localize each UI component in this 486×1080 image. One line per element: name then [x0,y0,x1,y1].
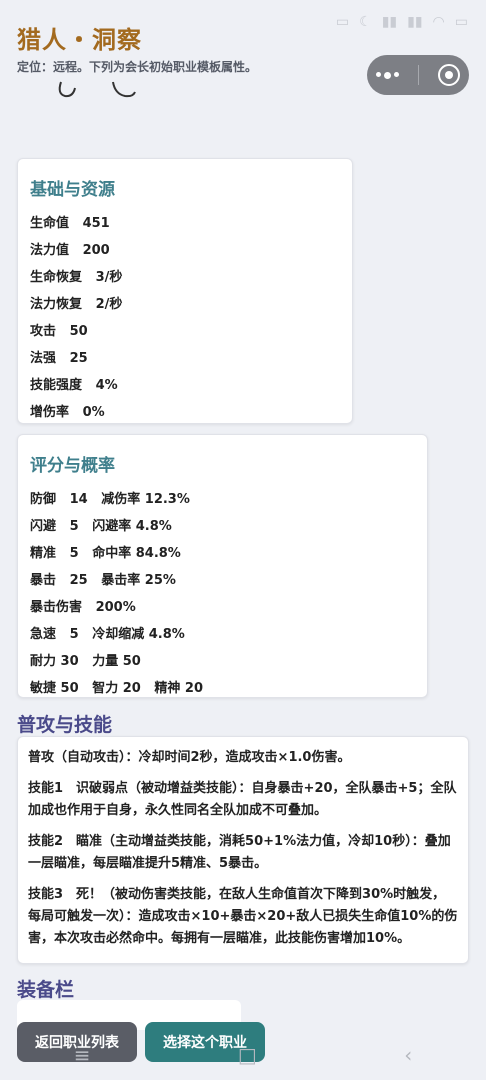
mini-program-capsule [367,55,469,95]
skill-item: 技能3 死！（被动伤害类技能，在敌人生命值首次下降到30%时触发，每局可触发一次… [28,887,458,946]
ratings-card: 评分与概率 防御 14 减伤率 12.3% 闪避 5 闪避率 4.8% 精准 5… [17,434,428,698]
battery-icon: ▭ [335,14,350,30]
page-title: 猎人・洞察 [17,26,142,54]
page-subtitle: 定位：远程。下列为会长初始职业模板属性。 [17,60,258,74]
stat-row: 攻击 50 [30,324,88,339]
skill-item: 普攻（自动攻击）：冷却时间2秒，造成攻击×1.0伤害。 [28,750,351,765]
character-sketch [58,81,136,98]
skill-item: 技能2 瞄准（主动增益类技能，消耗50+1%法力值，冷却10秒）：叠加一层瞄准，… [28,834,451,871]
ratings-title: 评分与概率 [30,456,115,476]
basic-stats-title: 基础与资源 [30,180,115,200]
back-to-list-button[interactable]: 返回职业列表 [17,1022,137,1062]
more-icon[interactable] [376,71,400,79]
signal-icon: ▮▮ [381,14,398,30]
battery-full-icon: ▭ [454,14,468,30]
stat-row: 技能强度 4% [30,378,118,393]
signal-icon: ▮▮ [407,14,423,30]
stat-row: 生命值 451 [30,216,110,231]
rating-row: 暴击 25 暴击率 25% [30,573,176,588]
equipment-section-title: 装备栏 [17,979,75,1001]
close-icon[interactable] [437,64,460,86]
rating-row: 防御 14 减伤率 12.3% [30,492,190,507]
stat-row: 法力值 200 [30,243,110,258]
skill-item: 技能1 识破弱点（被动增益类技能）：自身暴击+20，全队暴击+5；全队加成也作用… [28,781,457,818]
skills-card: 普攻（自动攻击）：冷却时间2秒，造成攻击×1.0伤害。 技能1 识破弱点（被动增… [17,736,469,964]
status-bar: ▭ ☾ ▮▮ ▮▮ ◠ ▭ [336,14,468,30]
back-icon[interactable]: ‹ [404,1043,412,1067]
rating-row: 精准 5 命中率 84.8% [30,546,181,561]
alarm-icon: ☾ [359,14,372,30]
skills-section-title: 普攻与技能 [17,714,113,736]
stat-row: 生命恢复 3/秒 [30,270,123,285]
stat-row: 增伤率 0% [30,405,105,420]
choose-class-button[interactable]: 选择这个职业 [145,1022,265,1062]
wifi-icon: ◠ [432,14,445,30]
capsule-divider [417,65,419,85]
stat-row: 法强 25 [30,351,88,366]
stat-row: 法力恢复 2/秒 [30,297,123,312]
rating-row: 耐力 30 力量 50 [30,654,141,669]
rating-row: 暴击伤害 200% [30,600,136,615]
rating-row: 敏捷 50 智力 20 精神 20 [30,681,204,696]
rating-row: 急速 5 冷却缩减 4.8% [30,627,185,642]
basic-stats-card: 基础与资源 生命值 451 法力值 200 生命恢复 3/秒 法力恢复 2/秒 … [17,158,353,424]
rating-row: 闪避 5 闪避率 4.8% [30,519,172,534]
